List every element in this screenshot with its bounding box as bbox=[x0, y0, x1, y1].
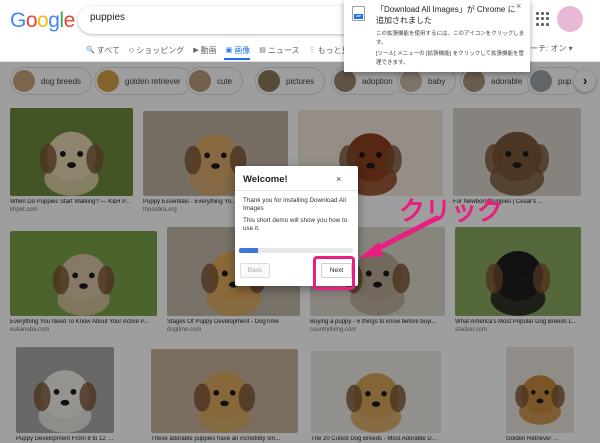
tab-news[interactable]: ▤ ニュース bbox=[259, 43, 299, 57]
extension-popup-body-line2: [ツール] メニューの [拡張機能] をクリックして拡張機能を管理できます。 bbox=[376, 51, 525, 66]
video-icon: ▶ bbox=[193, 47, 199, 54]
active-tab-indicator bbox=[224, 58, 250, 60]
logo-letter: G bbox=[10, 9, 26, 32]
tab-label: 画像 bbox=[234, 45, 251, 55]
news-icon: ▤ bbox=[259, 47, 266, 54]
dialog-thanks-text: Thank you for installing Download All Im… bbox=[243, 197, 346, 212]
tab-label: ショッピング bbox=[136, 45, 185, 55]
tab-label: 動画 bbox=[200, 45, 217, 55]
extension-popup-body-line1: この拡張機能を使用するには、このアイコンをクリックします。 bbox=[376, 31, 525, 46]
dialog-demo-text: This short demo will show you how to use… bbox=[243, 217, 348, 232]
extension-popup-body: この拡張機能を使用するには、このアイコンをクリックします。 [ツール] メニュー… bbox=[376, 30, 526, 68]
dialog-divider bbox=[235, 190, 358, 191]
tour-progress-bar bbox=[239, 248, 353, 253]
tag-icon: ◇ bbox=[128, 47, 135, 54]
annotation-arrow-icon bbox=[359, 215, 440, 258]
tab-video[interactable]: ▶ 動画 bbox=[193, 43, 216, 57]
extension-popup-title: 「Download All Images」が Chrome に追加されました bbox=[376, 5, 516, 25]
logo-letter: o bbox=[37, 9, 49, 32]
avatar[interactable] bbox=[557, 6, 583, 32]
next-button-highlight bbox=[313, 256, 355, 290]
zip-extension-icon: ZIP bbox=[352, 6, 365, 21]
search-box[interactable] bbox=[78, 6, 368, 34]
tab-image[interactable]: ▣ 画像 bbox=[226, 43, 251, 57]
tab-label: すべて bbox=[96, 45, 120, 55]
search-nav-tabs: 🔍 すべて ◇ ショッピング ▶ 動画 ▣ 画像 ▤ ニュース ⋮ もっと見 bbox=[86, 43, 349, 57]
logo-letter: o bbox=[25, 9, 38, 32]
tab-search[interactable]: 🔍 すべて bbox=[86, 43, 120, 57]
close-icon[interactable]: × bbox=[336, 174, 341, 184]
image-icon: ▣ bbox=[225, 47, 233, 54]
search-icon: 🔍 bbox=[86, 47, 95, 54]
tab-tag[interactable]: ◇ ショッピング bbox=[129, 43, 184, 57]
google-logo[interactable]: Google bbox=[10, 9, 75, 33]
tab-label: ニュース bbox=[267, 45, 300, 55]
logo-letter: g bbox=[48, 9, 60, 32]
close-icon[interactable]: × bbox=[516, 1, 521, 11]
apps-grid-icon[interactable] bbox=[536, 12, 550, 26]
back-button[interactable]: Back bbox=[240, 263, 270, 278]
zip-icon-label: ZIP bbox=[354, 14, 363, 19]
extension-installed-popup: ZIP 「Download All Images」が Chrome に追加されま… bbox=[344, 0, 530, 72]
logo-letter: e bbox=[63, 9, 76, 32]
search-input[interactable] bbox=[90, 12, 350, 23]
dialog-title: Welcome! bbox=[243, 174, 288, 185]
more-icon: ⋮ bbox=[308, 47, 316, 54]
tour-progress-fill bbox=[239, 248, 259, 253]
